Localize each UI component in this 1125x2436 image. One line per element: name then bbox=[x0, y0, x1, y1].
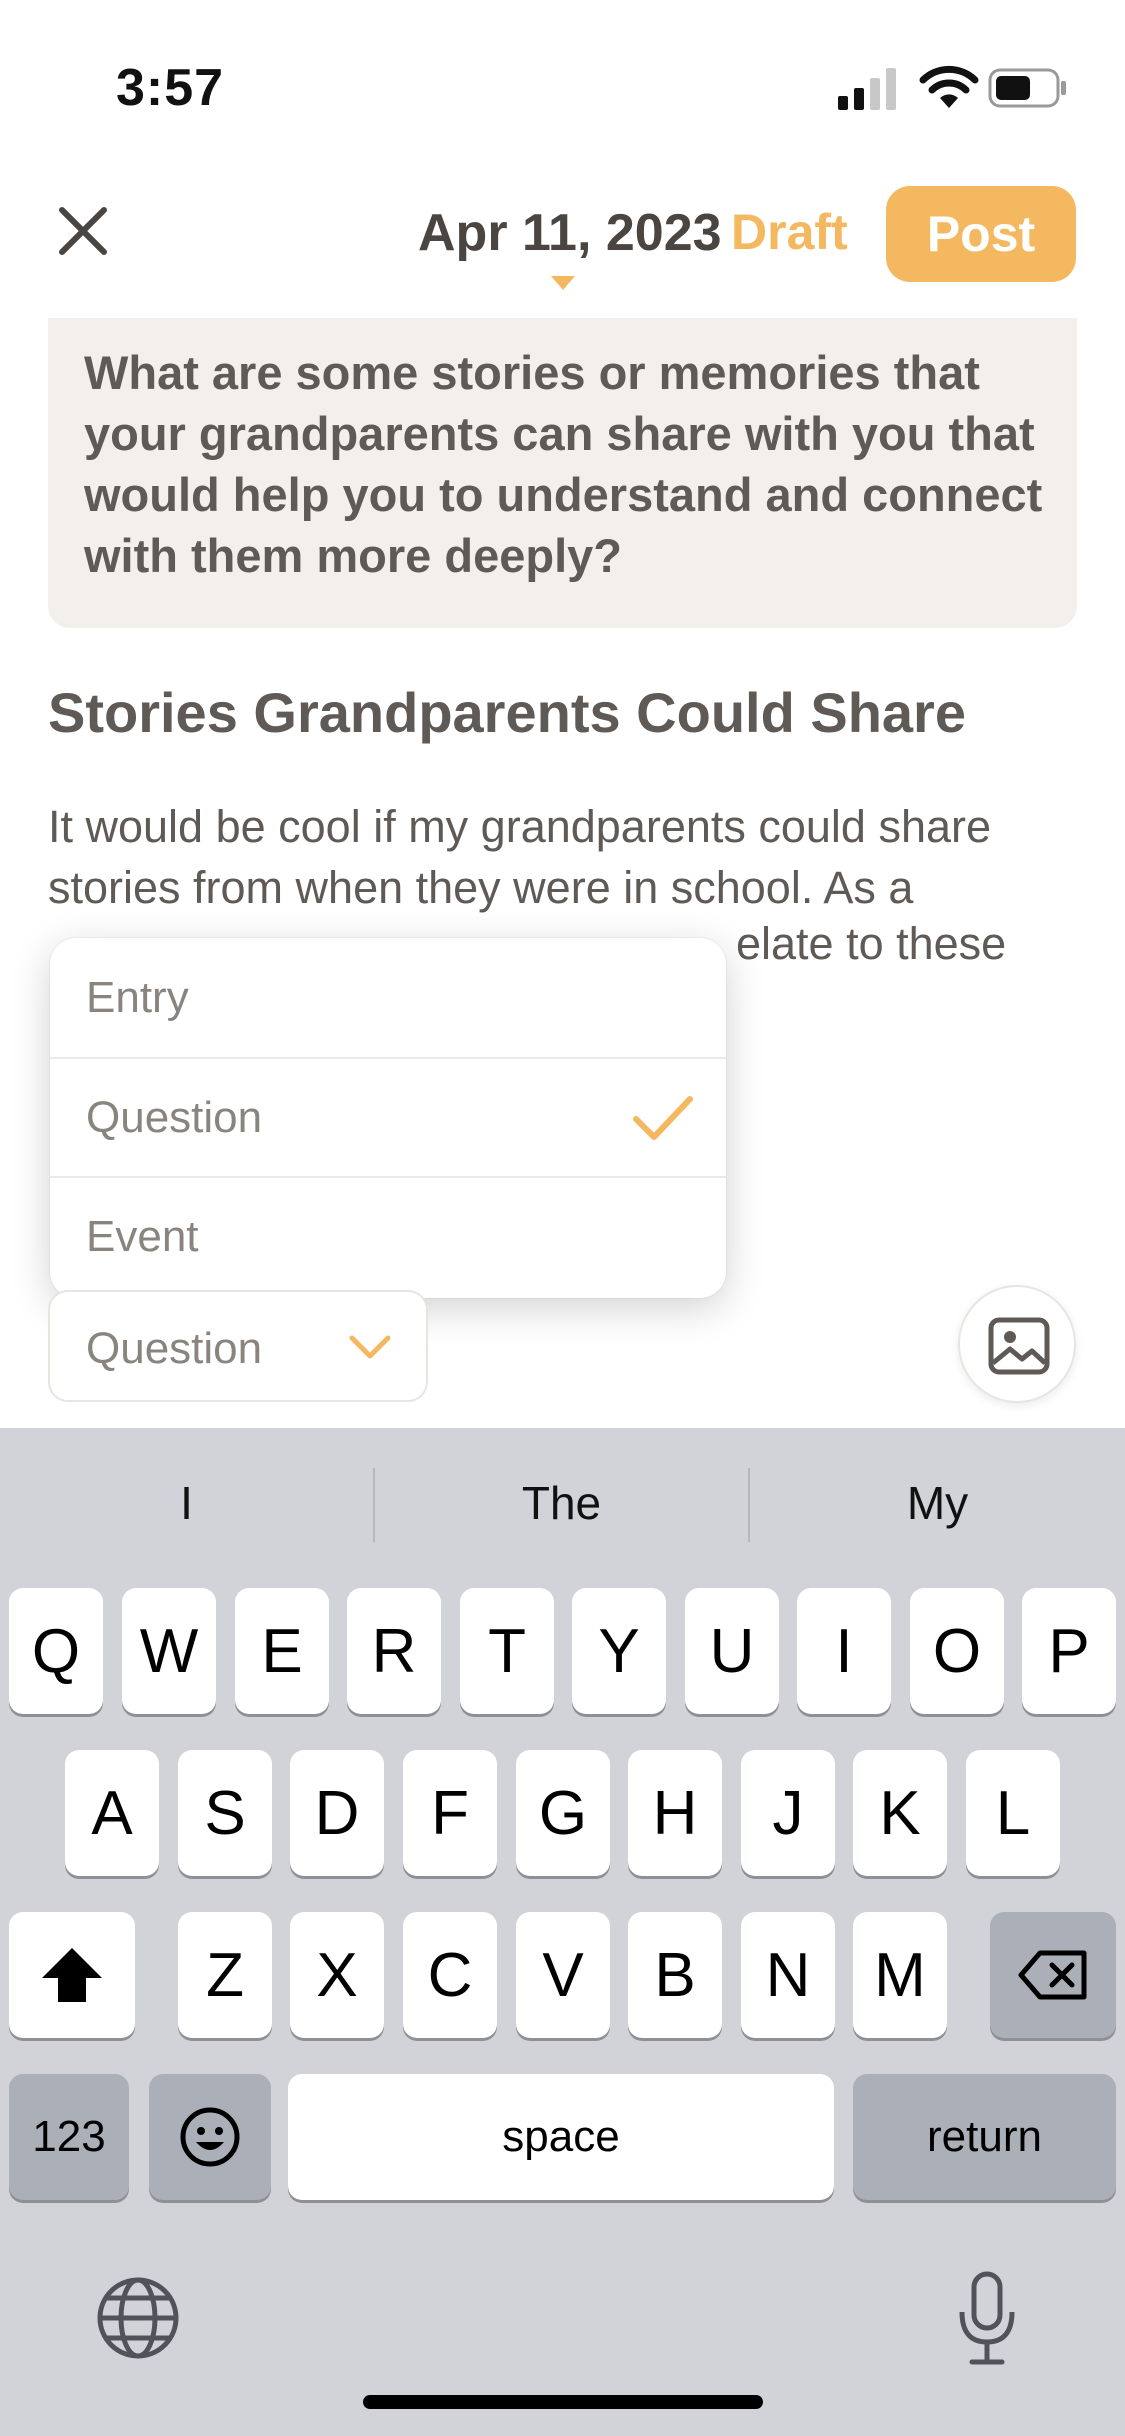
key-m[interactable]: M bbox=[853, 1912, 947, 2038]
entry-type-menu: Entry Question Event bbox=[50, 938, 726, 1298]
menu-item-question[interactable]: Question bbox=[50, 1057, 726, 1176]
shift-icon bbox=[42, 1948, 102, 2002]
numbers-key[interactable]: 123 bbox=[9, 2074, 129, 2200]
entry-body-overflow: elate to these bbox=[736, 918, 1007, 969]
key-t[interactable]: T bbox=[460, 1588, 554, 1714]
post-button[interactable]: Post bbox=[886, 186, 1076, 282]
image-icon bbox=[988, 1317, 1050, 1375]
key-k[interactable]: K bbox=[853, 1750, 947, 1876]
entry-body-text: It would be cool if my grandparents coul… bbox=[48, 801, 992, 913]
key-p[interactable]: P bbox=[1022, 1588, 1116, 1714]
checkmark-icon bbox=[633, 1096, 693, 1140]
space-key[interactable]: space bbox=[288, 2074, 834, 2200]
menu-item-entry[interactable]: Entry bbox=[50, 938, 726, 1057]
entry-date[interactable]: Apr 11, 2023 bbox=[418, 203, 722, 263]
key-e[interactable]: E bbox=[235, 1588, 329, 1714]
entry-title[interactable]: Stories Grandparents Could Share bbox=[48, 680, 966, 745]
key-q[interactable]: Q bbox=[9, 1588, 103, 1714]
key-s[interactable]: S bbox=[178, 1750, 272, 1876]
wifi-icon bbox=[919, 65, 979, 108]
key-w[interactable]: W bbox=[122, 1588, 216, 1714]
prompt-question: What are some stories or memories that y… bbox=[84, 346, 1043, 582]
key-x[interactable]: X bbox=[290, 1912, 384, 2038]
microphone-icon[interactable] bbox=[956, 2270, 1018, 2366]
caret-down-icon bbox=[551, 276, 575, 290]
key-h[interactable]: H bbox=[628, 1750, 722, 1876]
suggestion-3[interactable]: My bbox=[750, 1428, 1125, 1578]
home-indicator bbox=[363, 2395, 763, 2409]
emoji-key[interactable] bbox=[149, 2074, 271, 2200]
key-d[interactable]: D bbox=[290, 1750, 384, 1876]
key-l[interactable]: L bbox=[966, 1750, 1060, 1876]
key-n[interactable]: N bbox=[741, 1912, 835, 2038]
draft-status: Draft bbox=[731, 204, 848, 260]
cellular-signal-icon bbox=[838, 68, 896, 110]
backspace-key[interactable] bbox=[990, 1912, 1116, 2038]
menu-item-label: Question bbox=[86, 1092, 263, 1142]
suggestion-2[interactable]: The bbox=[375, 1428, 748, 1578]
key-o[interactable]: O bbox=[910, 1588, 1004, 1714]
entry-type-value: Question bbox=[86, 1324, 263, 1373]
key-j[interactable]: J bbox=[741, 1750, 835, 1876]
entry-type-select[interactable]: Question bbox=[48, 1290, 428, 1402]
key-i[interactable]: I bbox=[797, 1588, 891, 1714]
key-r[interactable]: R bbox=[347, 1588, 441, 1714]
key-c[interactable]: C bbox=[403, 1912, 497, 2038]
emoji-icon bbox=[180, 2107, 240, 2167]
shift-key[interactable] bbox=[9, 1912, 135, 2038]
entry-body[interactable]: It would be cool if my grandparents coul… bbox=[48, 796, 1068, 918]
key-a[interactable]: A bbox=[65, 1750, 159, 1876]
key-u[interactable]: U bbox=[685, 1588, 779, 1714]
backspace-icon bbox=[1018, 1950, 1087, 2000]
globe-icon[interactable] bbox=[96, 2276, 180, 2360]
battery-icon bbox=[988, 68, 1066, 108]
key-b[interactable]: B bbox=[628, 1912, 722, 2038]
add-image-button[interactable] bbox=[958, 1285, 1076, 1403]
return-key[interactable]: return bbox=[853, 2074, 1116, 2200]
key-f[interactable]: F bbox=[403, 1750, 497, 1876]
menu-item-label: Entry bbox=[86, 972, 189, 1022]
close-icon[interactable] bbox=[52, 200, 114, 262]
menu-item-event[interactable]: Event bbox=[50, 1176, 726, 1295]
key-g[interactable]: G bbox=[516, 1750, 610, 1876]
menu-item-label: Event bbox=[86, 1211, 199, 1261]
status-time: 3:57 bbox=[116, 59, 225, 117]
key-z[interactable]: Z bbox=[178, 1912, 272, 2038]
suggestion-1[interactable]: I bbox=[0, 1428, 373, 1578]
key-y[interactable]: Y bbox=[572, 1588, 666, 1714]
chevron-down-icon bbox=[349, 1335, 391, 1359]
key-v[interactable]: V bbox=[516, 1912, 610, 2038]
